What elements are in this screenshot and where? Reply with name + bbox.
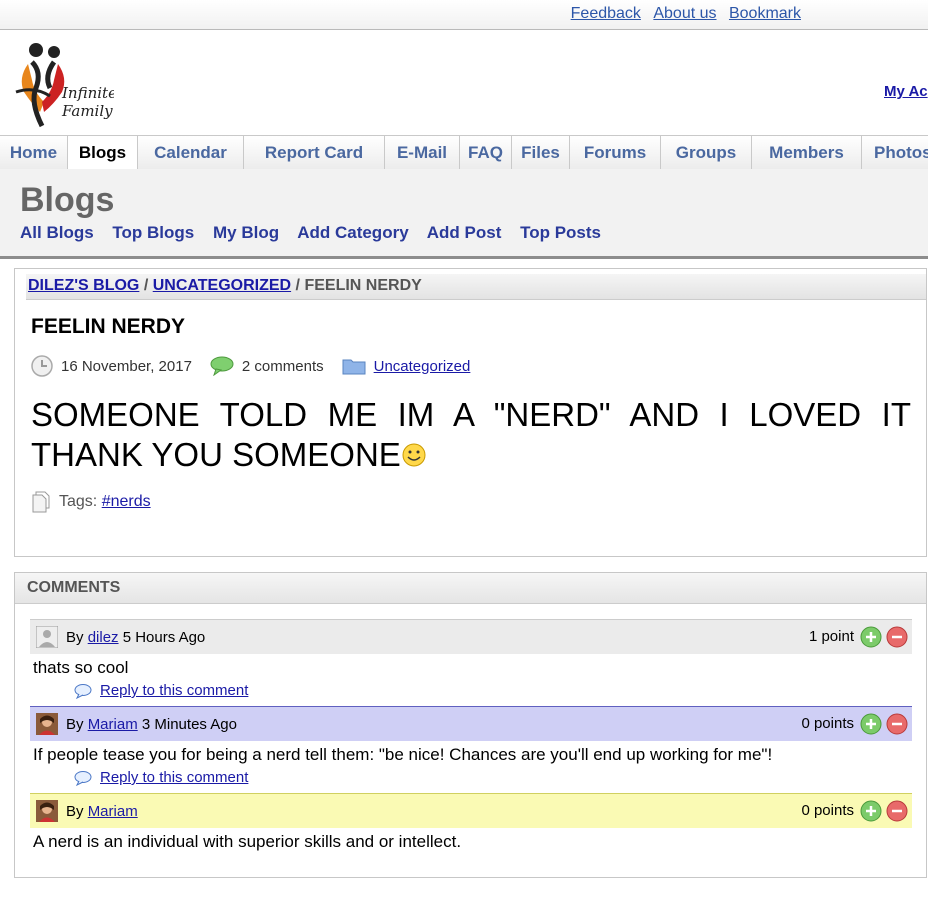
vote-down-icon[interactable] — [886, 800, 908, 822]
nav-tab-calendar[interactable]: Calendar — [138, 136, 244, 169]
bookmark-link[interactable]: Bookmark — [729, 5, 801, 22]
comment-author-link[interactable]: Mariam — [88, 716, 138, 733]
add-category-link[interactable]: Add Category — [297, 223, 408, 242]
comment-author-link[interactable]: dilez — [88, 629, 119, 646]
nav-tab-report-card[interactable]: Report Card — [244, 136, 385, 169]
breadcrumb-current: FEELIN NERDY — [304, 277, 422, 294]
site-logo[interactable]: Infinite Family — [14, 42, 117, 130]
breadcrumb-separator: / — [143, 277, 149, 294]
post-body: SOMEONE TOLD ME IM A "NERD" AND I LOVED … — [31, 395, 911, 475]
folder-icon — [342, 359, 366, 375]
nav-tab-home[interactable]: Home — [0, 136, 68, 169]
top-blogs-link[interactable]: Top Blogs — [112, 223, 194, 242]
breadcrumb-separator: / — [295, 277, 300, 294]
my-blog-link[interactable]: My Blog — [213, 223, 279, 242]
comment-count: 2 comments — [241, 357, 324, 375]
nav-tab-blogs[interactable]: Blogs — [68, 136, 138, 169]
comment-header: By Mariam 0 points — [30, 793, 912, 828]
about-us-link[interactable]: About us — [653, 5, 716, 22]
reply-link[interactable]: Reply to this comment — [100, 769, 248, 786]
logo-text-2: Family — [61, 102, 113, 120]
main-nav: Home Blogs Calendar Report Card E-Mail F… — [0, 135, 928, 170]
post-tags: Tags: #nerds — [31, 491, 151, 513]
nav-tab-faq[interactable]: FAQ — [460, 136, 512, 169]
top-links: Feedback About us Bookmark — [563, 5, 801, 23]
reply-row: Reply to this comment — [74, 682, 912, 699]
tag-link[interactable]: #nerds — [102, 493, 151, 511]
nav-tab-files[interactable]: Files — [512, 136, 570, 169]
my-account-link[interactable]: My Ac — [884, 83, 928, 100]
clock-icon — [31, 355, 53, 377]
reply-row: Reply to this comment — [74, 769, 912, 786]
breadcrumb-blog-link[interactable]: DILEZ'S BLOG — [28, 277, 139, 294]
comment: By dilez 5 Hours Ago 1 point thats so co… — [30, 619, 912, 699]
comment-by: By — [66, 802, 84, 820]
smiley-icon — [402, 443, 426, 467]
top-posts-link[interactable]: Top Posts — [520, 223, 601, 242]
post-date: 16 November, 2017 — [61, 357, 192, 375]
all-blogs-link[interactable]: All Blogs — [20, 223, 94, 242]
avatar — [36, 800, 58, 822]
post-body-text: SOMEONE TOLD ME IM A "NERD" AND I LOVED … — [31, 396, 911, 473]
post-meta: 16 November, 2017 2 comments Uncategoriz… — [31, 355, 488, 377]
comment-points: 1 point — [808, 628, 854, 645]
comment-text: A nerd is an individual with superior sk… — [33, 832, 462, 851]
top-bar: Feedback About us Bookmark — [0, 0, 928, 30]
blog-subnav: All Blogs Top Blogs My Blog Add Category… — [20, 223, 615, 243]
comment-points: 0 points — [801, 802, 854, 819]
comment-author-link[interactable]: Mariam — [88, 803, 138, 820]
nav-tab-forums[interactable]: Forums — [570, 136, 661, 169]
comment: By Mariam 3 Minutes Ago 0 points If peop… — [30, 706, 912, 786]
reply-bubble-icon — [74, 683, 92, 699]
document-icon — [32, 491, 50, 513]
section-title: Blogs — [20, 181, 115, 219]
comment-bubble-icon — [210, 356, 234, 376]
comment-time: 5 Hours Ago — [122, 628, 206, 646]
comment-time: 3 Minutes Ago — [141, 715, 237, 733]
comment-by: By — [66, 715, 84, 733]
add-post-link[interactable]: Add Post — [427, 223, 502, 242]
comment-points: 0 points — [801, 715, 854, 732]
comment: By Mariam 0 points A nerd is an individu… — [30, 793, 912, 852]
tags-label: Tags: — [59, 493, 98, 510]
vote-down-icon[interactable] — [886, 626, 908, 648]
nav-tab-groups[interactable]: Groups — [661, 136, 752, 169]
logo-text-1: Infinite — [61, 84, 114, 102]
vote-up-icon[interactable] — [860, 800, 882, 822]
comments-header: COMMENTS — [15, 573, 926, 604]
post-title: FEELIN NERDY — [31, 315, 186, 338]
feedback-link[interactable]: Feedback — [571, 5, 641, 22]
nav-tab-email[interactable]: E-Mail — [385, 136, 460, 169]
post-category-link[interactable]: Uncategorized — [374, 358, 471, 375]
breadcrumb-category-link[interactable]: UNCATEGORIZED — [153, 277, 291, 294]
reply-bubble-icon — [74, 770, 92, 786]
blogs-subheader: Blogs All Blogs Top Blogs My Blog Add Ca… — [0, 169, 928, 259]
comment-text: If people tease you for being a nerd tel… — [33, 745, 773, 764]
comment-header: By Mariam 3 Minutes Ago 0 points — [30, 706, 912, 741]
comment-header: By dilez 5 Hours Ago 1 point — [30, 619, 912, 654]
default-avatar-icon — [36, 626, 58, 648]
comment-text: thats so cool — [33, 658, 129, 677]
avatar — [36, 713, 58, 735]
vote-up-icon[interactable] — [860, 713, 882, 735]
nav-tab-photos[interactable]: Photos — [862, 136, 928, 169]
breadcrumb: DILEZ'S BLOG / UNCATEGORIZED / FEELIN NE… — [26, 274, 926, 300]
comment-by: By — [66, 628, 84, 646]
nav-tab-members[interactable]: Members — [752, 136, 862, 169]
comments-section: COMMENTS By dilez 5 Hours Ago 1 point th… — [14, 572, 927, 878]
vote-down-icon[interactable] — [886, 713, 908, 735]
blog-post: DILEZ'S BLOG / UNCATEGORIZED / FEELIN NE… — [14, 268, 927, 557]
vote-up-icon[interactable] — [860, 626, 882, 648]
reply-link[interactable]: Reply to this comment — [100, 682, 248, 699]
